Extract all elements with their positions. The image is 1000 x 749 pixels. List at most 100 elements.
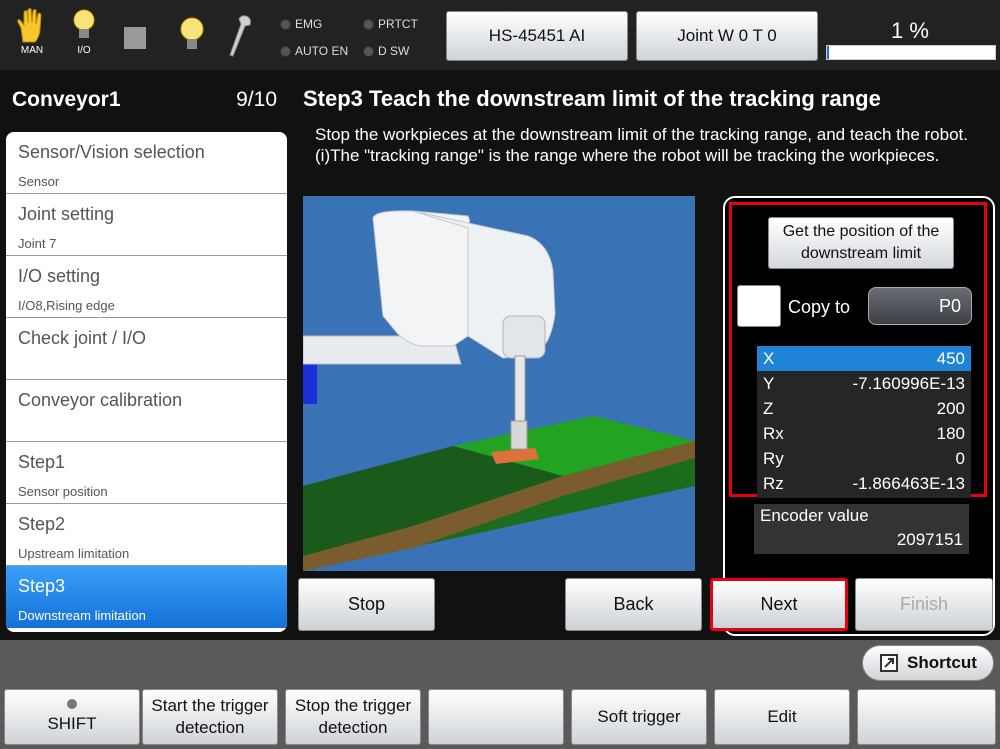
dsw-lamp-dot [363,45,374,57]
coord-axis: Ry [763,449,784,468]
coord-value: 180 [936,424,965,443]
coord-value: 450 [936,349,965,368]
coord-row-x[interactable]: X 450 [757,346,971,371]
sidebar-item-title: Joint setting [18,204,115,224]
sidebar-item-check-joint-io[interactable]: Check joint / I/O [6,318,287,380]
start-trigger-button[interactable]: Start the trigger detection [142,689,278,745]
coord-value: 200 [936,399,965,418]
sidebar-item-step2[interactable]: Step2 Upstream limitation [6,504,287,566]
function-button-empty-2[interactable] [857,689,996,745]
start-trigger-line1: Start the trigger [151,696,269,715]
hand-icon [17,8,42,43]
step-list: Sensor/Vision selection Sensor Joint sett… [6,132,287,632]
soft-trigger-button[interactable]: Soft trigger [571,689,707,745]
sidebar-item-sub: I/O8,Rising edge [18,298,115,313]
stop-square-icon [124,27,146,49]
prtct-label: PRTCT [378,17,418,31]
sidebar-item-title: Step3 [18,576,66,596]
stop-trigger-line1: Stop the trigger [294,696,412,715]
sidebar-item-sub: Downstream limitation [18,608,146,623]
auto-en-label: AUTO EN [295,44,349,58]
sidebar-item-title: Check joint / I/O [18,328,147,348]
highlight-box: Get the position of the downstream limit… [729,202,987,498]
sidebar-item-conveyor-calibration[interactable]: Conveyor calibration [6,380,287,442]
edit-button[interactable]: Edit [714,689,850,745]
copy-to-label: Copy to [788,297,851,317]
position-panel: Get the position of the downstream limit… [723,196,995,636]
sidebar-item-io-setting[interactable]: I/O setting I/O8,Rising edge [6,256,287,318]
coord-axis: X [763,349,775,368]
speed-bar-fill [827,46,829,59]
prtct-lamp: PRTCT [363,17,418,31]
back-button[interactable]: Back [565,578,702,631]
speed-label[interactable]: 1 % [826,18,994,44]
bulb-io-icon [73,9,95,38]
coord-row-z[interactable]: Z 200 [757,396,971,421]
robot-scene-graphic [303,196,695,571]
coord-value: -1.866463E-13 [852,474,965,493]
coord-axis: Rz [763,474,784,493]
step-description: Stop the workpieces at the downstream li… [315,125,968,165]
coord-row-rz[interactable]: Rz -1.866463E-13 [757,471,971,496]
shift-label: SHIFT [47,714,97,733]
dsw-lamp: D SW [363,44,409,58]
sidebar-item-sub: Joint 7 [18,236,57,251]
coord-value: 0 [955,449,965,468]
coord-row-ry[interactable]: Ry 0 [757,446,971,471]
sidebar-item-title: Step2 [18,514,66,534]
finish-button[interactable]: Finish [855,578,993,631]
conveyor-title: Conveyor1 [12,88,121,111]
robot-select-button[interactable]: HS-45451 AI [446,11,628,61]
encoder-label: Encoder value [760,506,869,525]
coord-axis: Y [763,374,775,393]
shortcut-button[interactable]: Shortcut [862,645,994,681]
coord-value: -7.160996E-13 [852,374,965,393]
io-indicator[interactable]: I/O [62,8,106,64]
coordinate-table: X 450 Y -7.160996E-13 Z 200 Rx 180 Ry 0 Rz -1.… [757,346,971,498]
stop-trigger-button[interactable]: Stop the trigger detection [285,689,421,745]
wrench-icon [229,15,251,57]
speed-bar[interactable] [826,45,996,60]
copy-target-field[interactable]: P0 [868,287,972,325]
get-position-button[interactable]: Get the position of the downstream limit [768,217,954,269]
coord-axis: Rx [763,424,784,443]
page-title: Step3 Teach the downstream limit of the … [303,86,881,111]
emg-label: EMG [295,17,323,31]
sidebar-item-step1[interactable]: Step1 Sensor position [6,442,287,504]
sidebar-item-title: Conveyor calibration [18,390,183,410]
sidebar-item-step3[interactable]: Step3 Downstream limitation [6,566,287,628]
stop-trigger-line2: detection [318,718,388,737]
sidebar: Conveyor1 9/10 Sensor/Vision selection Se… [0,70,295,640]
sidebar-item-joint-setting[interactable]: Joint setting Joint 7 [6,194,287,256]
encoder-box: Encoder value 2097151 [754,504,969,554]
shortcut-label: Shortcut [907,653,977,672]
sidebar-item-sub: Upstream limitation [18,546,130,561]
page-counter: 9/10 [236,88,277,111]
stop-button[interactable]: Stop [298,578,435,631]
shortcut-icon [880,654,899,672]
prtct-lamp-dot [363,18,374,30]
encoder-value: 2097151 [896,530,963,549]
emg-lamp-dot [280,18,291,30]
sidebar-item-sub: Sensor [18,174,60,189]
start-trigger-line2: detection [175,718,245,737]
robot-3d-viewport[interactable] [303,196,695,571]
bulb-icon [180,17,204,49]
next-button[interactable]: Next [710,578,848,631]
shift-indicator-dot [67,699,77,709]
main-panel: Step3 Teach the downstream limit of the … [295,70,1000,640]
shift-button[interactable]: SHIFT [4,689,140,745]
sidebar-item-title: Step1 [18,452,66,472]
copy-to-checkbox[interactable] [737,285,781,327]
emg-lamp: EMG [280,17,322,31]
sidebar-item-sub: Sensor position [18,484,108,499]
top-status-bar: MAN I/O EMG PRTCT AUTO EN D SW HS-45451 … [0,0,1000,70]
coord-row-rx[interactable]: Rx 180 [757,421,971,446]
coord-row-y[interactable]: Y -7.160996E-13 [757,371,971,396]
joint-mode-button[interactable]: Joint W 0 T 0 [636,11,818,61]
manual-mode-indicator[interactable]: MAN [10,8,54,64]
sidebar-item-sensor-vision[interactable]: Sensor/Vision selection Sensor [6,132,287,194]
auto-en-lamp-dot [280,45,291,57]
function-button-empty-1[interactable] [428,689,564,745]
auto-en-lamp: AUTO EN [280,44,348,58]
